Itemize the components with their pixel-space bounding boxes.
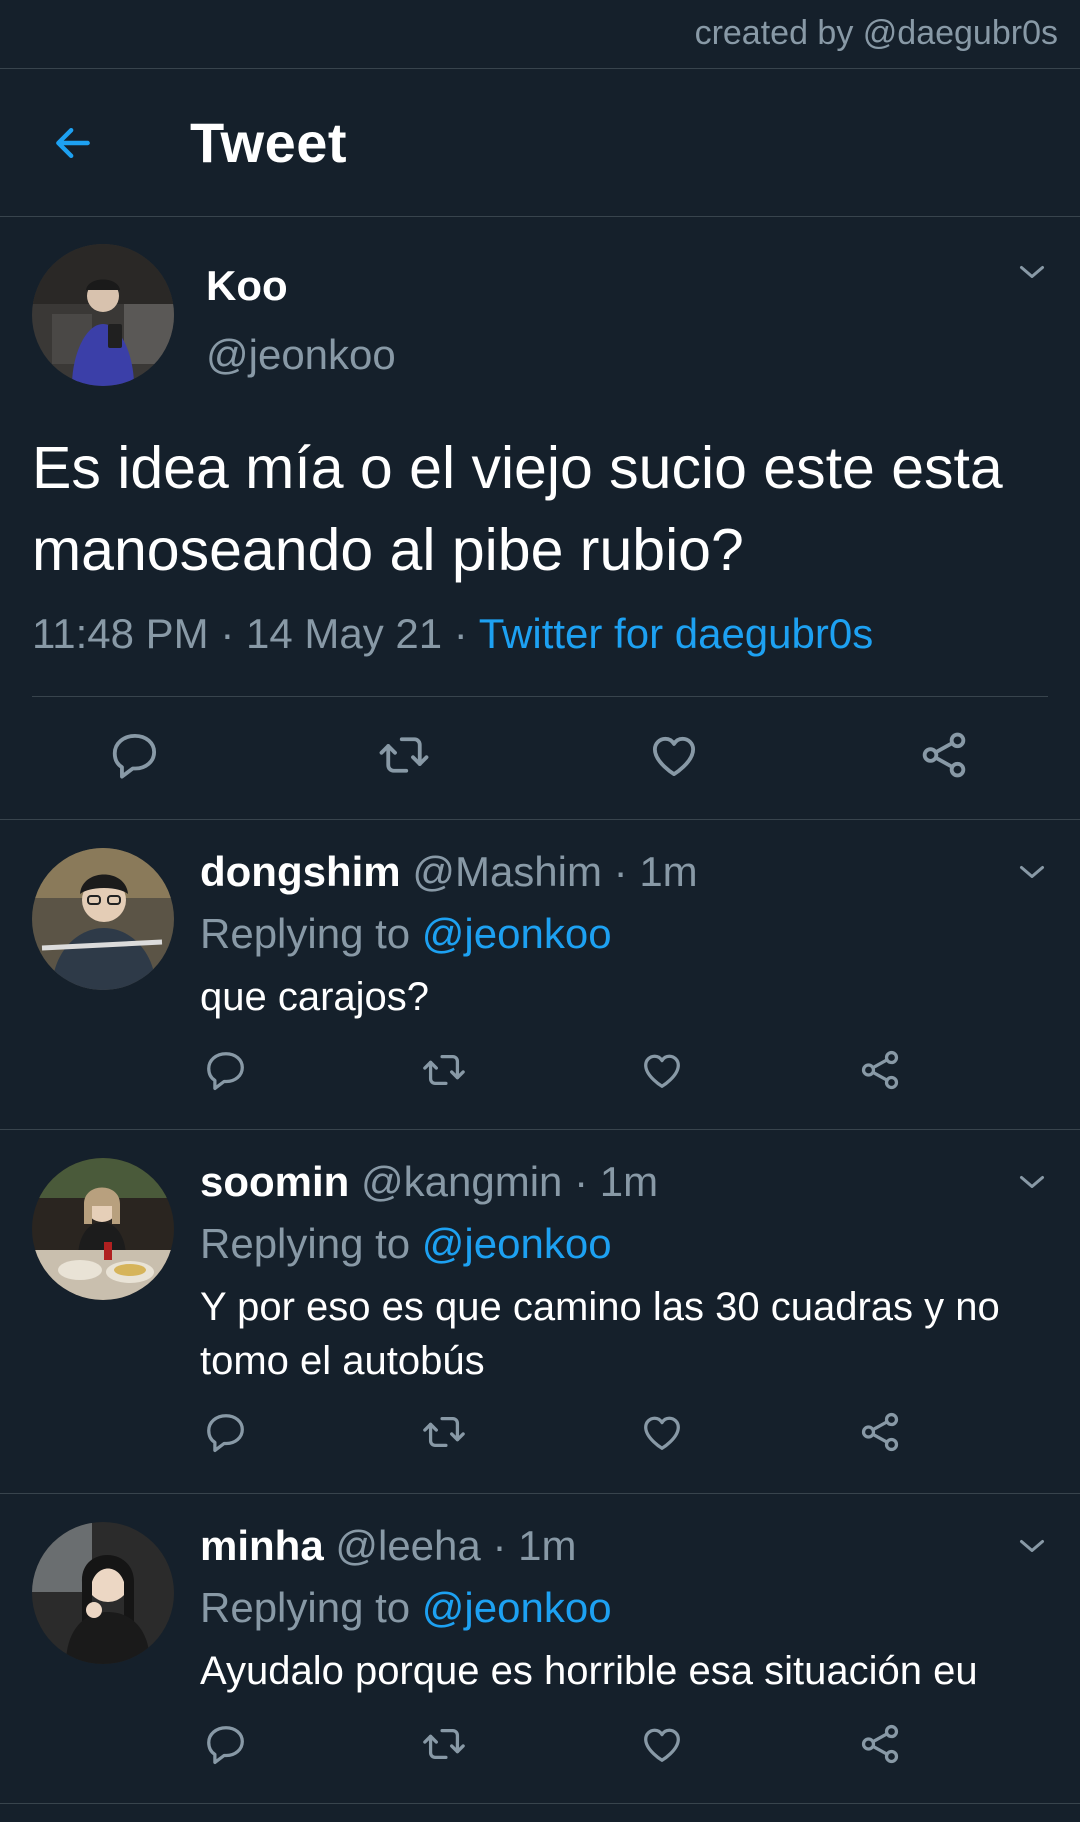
tweet-actions xyxy=(0,725,1080,785)
reply-author-handle[interactable]: @kangmin xyxy=(361,1158,562,1205)
reply-icon[interactable] xyxy=(105,725,165,785)
credit-watermark: created by @daegubr0s xyxy=(0,0,1080,69)
reply-author-handle[interactable]: @Mashim xyxy=(412,848,602,895)
reply-header: minha @leeha · 1m xyxy=(200,1522,576,1570)
reply-author-name[interactable]: minha xyxy=(200,1522,324,1569)
tweet-meta: 11:48 PM · 14 May 21 · Twitter for daegu… xyxy=(32,610,873,658)
share-icon[interactable] xyxy=(850,1714,910,1774)
back-arrow-icon[interactable] xyxy=(48,118,98,168)
reply-time: 1m xyxy=(518,1522,577,1569)
author-name[interactable]: Koo xyxy=(206,262,288,310)
mention-link[interactable]: @jeonkoo xyxy=(422,1220,612,1267)
reply-tweet[interactable]: soomin @kangmin · 1m Replying to @jeonko… xyxy=(0,1130,1080,1494)
like-icon[interactable] xyxy=(632,1402,692,1462)
replying-label: Replying to xyxy=(200,1220,411,1267)
replying-label: Replying to xyxy=(200,1584,411,1631)
share-icon[interactable] xyxy=(914,725,974,785)
like-icon[interactable] xyxy=(632,1714,692,1774)
reply-text: que carajos? xyxy=(200,975,430,1019)
mention-link[interactable]: @jeonkoo xyxy=(422,910,612,957)
reply-author-handle[interactable]: @leeha xyxy=(335,1522,480,1569)
reply-author-name[interactable]: dongshim xyxy=(200,848,401,895)
avatar[interactable] xyxy=(32,1158,174,1300)
page-title: Tweet xyxy=(190,111,348,174)
reply-actions xyxy=(0,1402,1080,1462)
chevron-down-icon[interactable] xyxy=(1012,1162,1052,1202)
like-icon[interactable] xyxy=(632,1040,692,1100)
divider xyxy=(32,696,1048,697)
like-icon[interactable] xyxy=(644,725,704,785)
retweet-icon[interactable] xyxy=(414,1402,474,1462)
retweet-icon[interactable] xyxy=(374,725,434,785)
reply-text: Y por eso es que camino las 30 cuadras y… xyxy=(200,1285,1000,1383)
reply-separator: · xyxy=(613,848,628,895)
main-tweet: Koo @jeonkoo Es idea mía o el viejo suci… xyxy=(0,217,1080,820)
reply-tweet[interactable]: dongshim @Mashim · 1m Replying to @jeonk… xyxy=(0,820,1080,1130)
retweet-icon[interactable] xyxy=(414,1714,474,1774)
reply-separator: · xyxy=(574,1158,589,1205)
reply-actions xyxy=(0,1714,1080,1774)
replying-to: Replying to @jeonkoo xyxy=(200,910,612,958)
reply-icon[interactable] xyxy=(196,1714,256,1774)
reply-header: soomin @kangmin · 1m xyxy=(200,1158,658,1206)
reply-header: dongshim @Mashim · 1m xyxy=(200,848,698,896)
avatar[interactable] xyxy=(32,1522,174,1664)
reply-tweet[interactable]: minha @leeha · 1m Replying to @jeonkoo A… xyxy=(0,1494,1080,1804)
reply-actions xyxy=(0,1040,1080,1100)
reply-author-name[interactable]: soomin xyxy=(200,1158,349,1205)
reply-text: Ayudalo porque es horrible esa situación… xyxy=(200,1649,978,1693)
reply-separator: · xyxy=(492,1522,507,1569)
avatar[interactable] xyxy=(32,848,174,990)
replying-to: Replying to @jeonkoo xyxy=(200,1220,612,1268)
tweet-date: 14 May 21 xyxy=(245,610,443,657)
reply-icon[interactable] xyxy=(196,1402,256,1462)
avatar[interactable] xyxy=(32,244,174,386)
chevron-down-icon[interactable] xyxy=(1012,852,1052,892)
reply-time: 1m xyxy=(599,1158,659,1205)
replying-to: Replying to @jeonkoo xyxy=(200,1584,612,1632)
share-icon[interactable] xyxy=(850,1040,910,1100)
mention-link[interactable]: @jeonkoo xyxy=(422,1584,612,1631)
tweet-text: Es idea mía o el viejo sucio este esta m… xyxy=(32,435,1003,583)
replying-label: Replying to xyxy=(200,910,411,957)
meta-separator: · xyxy=(208,610,246,657)
top-bar: Tweet xyxy=(0,69,1080,217)
tweet-time: 11:48 PM xyxy=(32,610,209,657)
tweet-source-link[interactable]: Twitter for daegubr0s xyxy=(479,610,874,657)
retweet-icon[interactable] xyxy=(414,1040,474,1100)
reply-icon[interactable] xyxy=(196,1040,256,1100)
author-handle[interactable]: @jeonkoo xyxy=(206,331,396,379)
chevron-down-icon[interactable] xyxy=(1012,252,1052,292)
chevron-down-icon[interactable] xyxy=(1012,1526,1052,1566)
reply-time: 1m xyxy=(639,848,698,895)
meta-separator: · xyxy=(442,610,479,657)
share-icon[interactable] xyxy=(850,1402,910,1462)
